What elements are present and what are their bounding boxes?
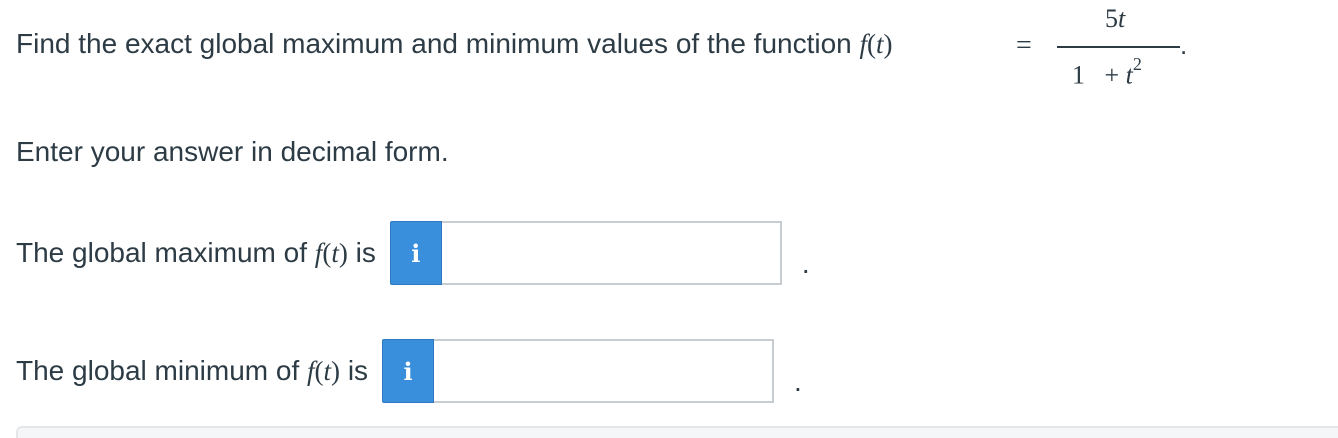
fraction-denominator: 1 + t2 <box>1072 54 1142 90</box>
info-icon[interactable]: i <box>389 221 442 285</box>
fraction-numerator: 5t <box>1105 4 1126 33</box>
next-panel-edge <box>16 426 1338 438</box>
answer-label-minimum: The global minimum of f(t) is <box>16 355 369 386</box>
answer-period: . <box>801 248 810 279</box>
answer-period: . <box>794 366 802 397</box>
answer-row-minimum: The global minimum of f(t) is i . <box>16 338 802 404</box>
fraction-bar <box>1057 46 1180 48</box>
global-maximum-input[interactable] <box>441 221 782 285</box>
global-minimum-input[interactable] <box>434 339 775 403</box>
info-icon[interactable]: i <box>382 339 435 403</box>
question-prompt: Find the exact global maximum and minimu… <box>16 28 860 59</box>
question-text: Find the exact global maximum and minimu… <box>16 28 893 60</box>
answer-label-maximum: The global maximum of f(t) is <box>16 237 376 268</box>
question-period: . <box>1180 30 1188 60</box>
answer-row-maximum: The global maximum of f(t) is i . <box>16 220 810 286</box>
function-notation: f(t) <box>859 29 893 59</box>
instruction-text: Enter your answer in decimal form. <box>16 136 449 167</box>
equals-sign: = <box>1016 30 1032 61</box>
function-fraction: 5t 1 + t2 <box>1057 4 1182 90</box>
